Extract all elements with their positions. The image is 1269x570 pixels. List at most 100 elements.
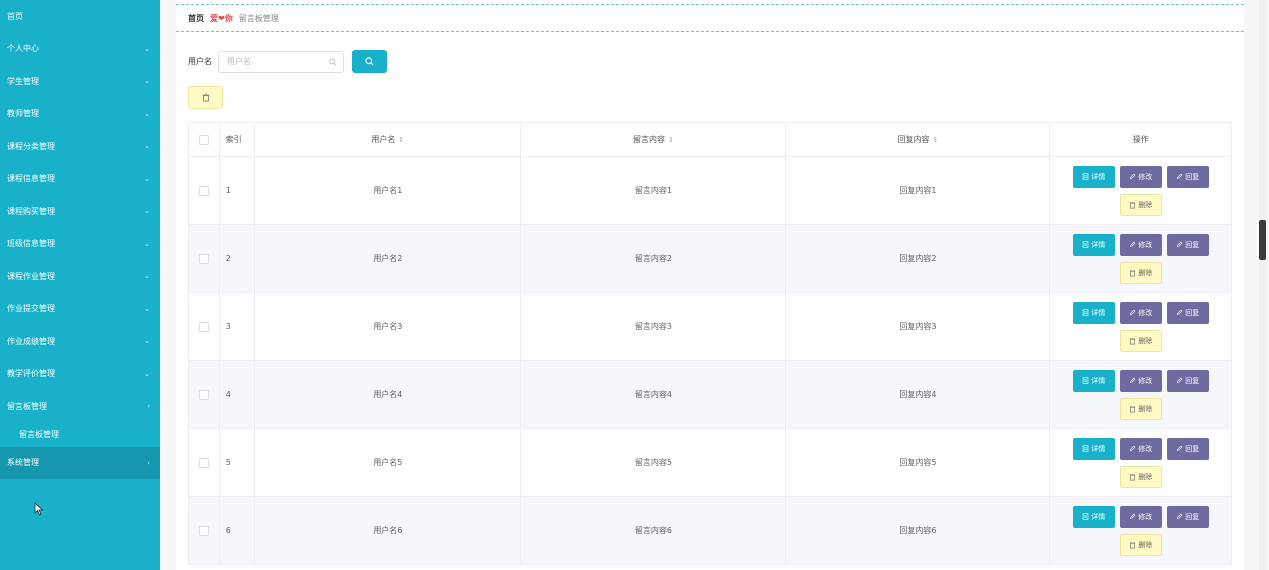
row-select[interactable] [188, 224, 220, 293]
table-row: 2 用户名2 留言内容2 回复内容2 详情 修改 回复 删除 [188, 224, 1232, 293]
checkbox[interactable] [198, 457, 209, 468]
checkbox[interactable] [198, 321, 209, 332]
sort-icon[interactable]: ⇕ [932, 136, 938, 144]
row-index: 1 [218, 156, 256, 225]
delete-label: 删除 [1138, 200, 1153, 209]
header-reply[interactable]: 回复内容 ⇕ [785, 122, 1051, 157]
row-username: 用户名1 [254, 156, 522, 225]
detail-label: 详情 [1091, 444, 1106, 453]
row-select[interactable] [188, 428, 220, 497]
search-button[interactable] [352, 50, 387, 73]
header-label: 回复内容 [897, 135, 930, 144]
row-actions: 详情 修改 回复 删除 [1049, 292, 1232, 361]
edit-label: 修改 [1138, 240, 1153, 249]
detail-button[interactable]: 详情 [1072, 505, 1115, 528]
row-reply: 回复内容1 [785, 156, 1051, 225]
edit-button[interactable]: 修改 [1119, 505, 1162, 528]
header-select-all[interactable] [188, 122, 220, 157]
sidebar-item-message-board[interactable]: 留言板管理 ‹ [0, 390, 160, 423]
detail-button[interactable]: 详情 [1072, 301, 1115, 324]
delete-button[interactable]: 删除 [1119, 465, 1162, 488]
checkbox[interactable] [198, 134, 209, 145]
delete-button[interactable]: 删除 [1119, 397, 1162, 420]
detail-button[interactable]: 详情 [1072, 165, 1115, 188]
checkbox[interactable] [198, 525, 209, 536]
row-username: 用户名5 [254, 428, 522, 497]
pencil-icon [1130, 445, 1136, 452]
sidebar-item-home[interactable]: 首页 [0, 0, 160, 33]
delete-label: 删除 [1138, 472, 1153, 481]
search-input[interactable] [225, 56, 329, 67]
sidebar-item-system[interactable]: 系统管理 ‹ [0, 446, 160, 479]
edit-button[interactable]: 修改 [1119, 233, 1162, 256]
delete-label: 删除 [1138, 540, 1153, 549]
checkbox[interactable] [198, 389, 209, 400]
row-select[interactable] [188, 496, 220, 565]
row-select[interactable] [188, 156, 220, 225]
bulk-delete-button[interactable] [188, 86, 223, 109]
sidebar-subitem-message-board[interactable]: 留言板管理 [0, 422, 160, 447]
edit-button[interactable]: 修改 [1119, 437, 1162, 460]
sidebar-item-teachers[interactable]: 教师管理 ⌄ [0, 98, 160, 131]
sidebar-item-personal-center[interactable]: 个人中心 ⌄ [0, 33, 160, 66]
delete-button[interactable]: 删除 [1119, 193, 1162, 216]
header-message[interactable]: 留言内容 ⇕ [520, 122, 787, 157]
sidebar-item-label: 教师管理 [7, 109, 39, 119]
sidebar-item-label: 课程分类管理 [7, 141, 55, 151]
scrollbar-thumb[interactable] [1259, 220, 1266, 260]
chevron-down-icon: ⌄ [144, 272, 150, 281]
edit-button[interactable]: 修改 [1119, 301, 1162, 324]
delete-button[interactable]: 删除 [1119, 261, 1162, 284]
pencil-icon [1130, 513, 1136, 520]
sidebar-item-label: 学生管理 [7, 76, 39, 86]
detail-button[interactable]: 详情 [1072, 437, 1115, 460]
chevron-down-icon: ⌄ [144, 109, 150, 118]
sidebar-item-label: 首页 [7, 11, 23, 21]
sidebar-item-homework-grades[interactable]: 作业成绩管理 ⌄ [0, 325, 160, 358]
checkbox[interactable] [198, 253, 209, 264]
sort-icon[interactable]: ⇕ [398, 136, 404, 144]
table-row: 5 用户名5 留言内容5 回复内容5 详情 修改 回复 删除 [188, 428, 1232, 497]
reply-button[interactable]: 回复 [1166, 165, 1209, 188]
reply-button[interactable]: 回复 [1166, 505, 1209, 528]
delete-button[interactable]: 删除 [1119, 533, 1162, 556]
detail-button[interactable]: 详情 [1072, 233, 1115, 256]
chevron-down-icon: ⌄ [144, 207, 150, 216]
delete-button[interactable]: 删除 [1119, 329, 1162, 352]
sidebar-item-course-info[interactable]: 课程信息管理 ⌄ [0, 163, 160, 196]
header-label: 用户名 [371, 135, 396, 144]
row-select[interactable] [188, 360, 220, 429]
sidebar-item-label: 留言板管理 [7, 401, 47, 411]
checkbox[interactable] [198, 185, 209, 196]
pencil-icon [1130, 241, 1136, 248]
pencil-icon [1177, 513, 1183, 520]
sort-icon[interactable]: ⇕ [668, 136, 674, 144]
sidebar-item-course-purchases[interactable]: 课程购买管理 ⌄ [0, 195, 160, 228]
edit-button[interactable]: 修改 [1119, 165, 1162, 188]
breadcrumb-home[interactable]: 首页 [188, 13, 204, 24]
reply-button[interactable]: 回复 [1166, 233, 1209, 256]
sidebar-item-students[interactable]: 学生管理 ⌄ [0, 65, 160, 98]
sidebar-item-course-homework[interactable]: 课程作业管理 ⌄ [0, 260, 160, 293]
detail-button[interactable]: 详情 [1072, 369, 1115, 392]
chevron-down-icon: ⌄ [144, 304, 150, 313]
pencil-icon [1177, 377, 1183, 384]
reply-button[interactable]: 回复 [1166, 437, 1209, 460]
sidebar-item-course-categories[interactable]: 课程分类管理 ⌄ [0, 130, 160, 163]
scrollbar[interactable] [1259, 0, 1266, 570]
trash-icon [1129, 474, 1136, 480]
edit-button[interactable]: 修改 [1119, 369, 1162, 392]
sidebar-item-label: 课程购买管理 [7, 206, 55, 216]
row-select[interactable] [188, 292, 220, 361]
sidebar-item-class-info[interactable]: 班级信息管理 ⌄ [0, 228, 160, 261]
reply-button[interactable]: 回复 [1166, 369, 1209, 392]
header-username[interactable]: 用户名 ⇕ [254, 122, 522, 157]
sidebar-item-label: 课程信息管理 [7, 174, 55, 184]
row-message: 留言内容5 [520, 428, 787, 497]
reply-button[interactable]: 回复 [1166, 301, 1209, 324]
sidebar-item-homework-submissions[interactable]: 作业提交管理 ⌄ [0, 293, 160, 326]
sidebar-item-teaching-evaluation[interactable]: 教学评价管理 ⌄ [0, 358, 160, 391]
row-reply: 回复内容5 [785, 428, 1051, 497]
main-content: 首页 爱❤你 留言板管理 用户名 用户名 索引 用户名 ⇕ 留言内容 ⇕ 回复内… [176, 0, 1244, 570]
row-index: 4 [218, 360, 256, 429]
